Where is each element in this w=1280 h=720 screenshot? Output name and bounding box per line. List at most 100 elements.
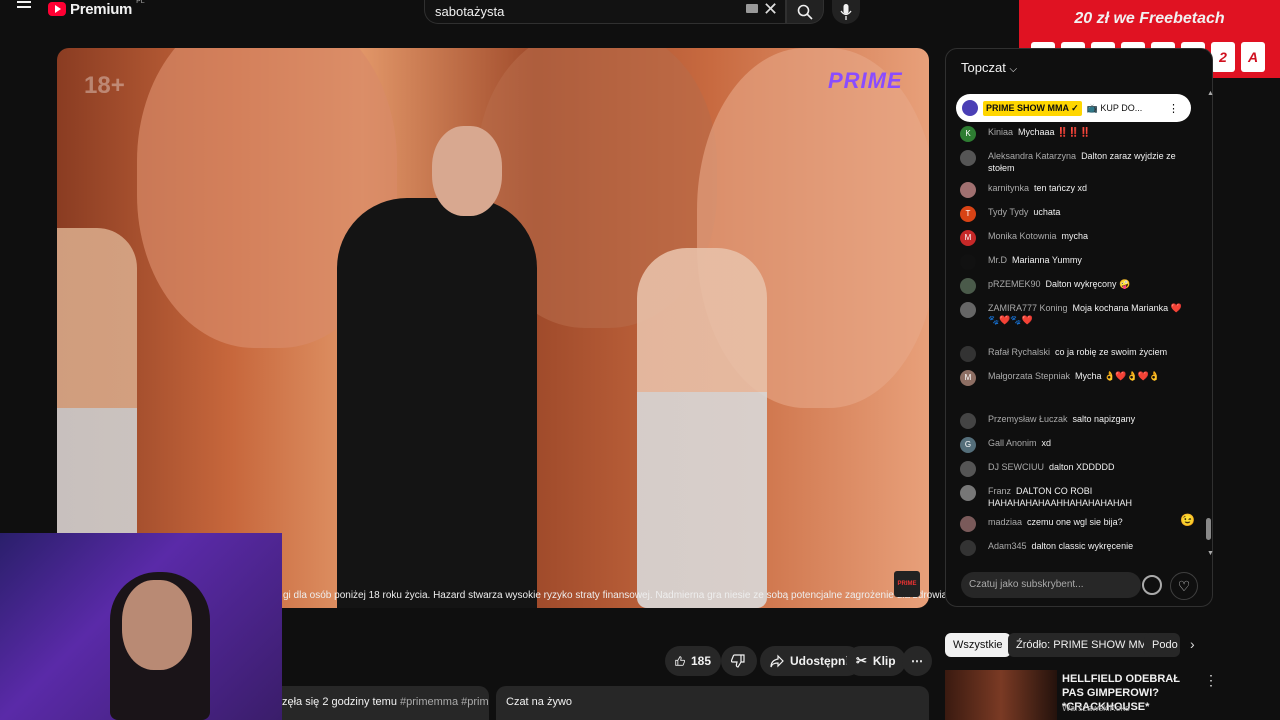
chat-message[interactable]: M Małgorzata Stepniak Mycha 👌❤️👌❤️👌	[960, 370, 1192, 386]
dislike-button[interactable]	[721, 646, 757, 676]
avatar	[960, 485, 976, 501]
avatar	[960, 254, 976, 270]
chat-message[interactable]: M Monika Kotownia mycha	[960, 230, 1192, 246]
video-player[interactable]	[57, 48, 929, 608]
chat-message[interactable]: Aleksandra Katarzyna Dalton zaraz wyjdzie…	[960, 150, 1192, 174]
chat-mode-dropdown[interactable]: Topczat ⌵	[961, 60, 1017, 75]
avatar: M	[960, 230, 976, 246]
chat-message[interactable]: karnitynka ten tańczy xd	[960, 182, 1192, 198]
chat-message[interactable]: madziaa czemu one wgl sie bija?	[960, 516, 1192, 532]
avatar	[960, 302, 976, 318]
chat-text: czemu one wgl sie bija?	[1027, 517, 1123, 527]
emoji-icon[interactable]	[1142, 575, 1162, 595]
chat-author: Mr.D	[988, 255, 1007, 265]
share-icon	[770, 654, 784, 668]
chat-author: Małgorzata Stepniak	[988, 371, 1071, 381]
scroll-up-icon[interactable]: ▲	[1207, 90, 1214, 97]
heart-icon[interactable]: ♡	[1170, 572, 1198, 600]
chat-input[interactable]: Czatuj jako subskrybent...	[961, 572, 1141, 598]
share-label: Udostępnij	[790, 654, 852, 668]
emoji-reaction: 😉	[1180, 513, 1195, 527]
chat-message[interactable]: Mr.D Marianna Yummy	[960, 254, 1192, 270]
chat-author: Gall Anonim	[988, 438, 1037, 448]
search-input[interactable]: sabotażysta	[424, 0, 786, 24]
pinned-author: PRIME SHOW MMA ✓	[983, 100, 1082, 116]
prime-watermark: PRIME	[828, 68, 903, 93]
chip-all[interactable]: Wszystkie	[945, 633, 1011, 657]
chat-message[interactable]: ZAMIRA777 Koning Moja kochana Marianka ❤️…	[960, 302, 1192, 326]
chat-text: co ja robię ze swoim życiem	[1055, 347, 1168, 357]
chat-author: ZAMIRA777 Koning	[988, 303, 1068, 313]
chat-message[interactable]: Adam345 dalton classic wykręcenie	[960, 540, 1192, 556]
more-icon[interactable]: ⋮	[1204, 672, 1218, 689]
logo-country: PL	[136, 0, 145, 5]
avatar	[960, 278, 976, 294]
chat-author: Tydy Tydy	[988, 207, 1029, 217]
hashtags[interactable]: #primemma #primesho	[400, 696, 489, 708]
chat-text: uchata	[1033, 207, 1061, 217]
chat-message[interactable]: pRZEMEK90 Dalton wykręcony 🤪	[960, 278, 1192, 294]
scroll-thumb[interactable]	[1206, 518, 1211, 540]
chip-similar[interactable]: Podo	[1144, 633, 1180, 657]
promo-code-letter: 2	[1211, 42, 1235, 72]
clip-icon: ✂	[856, 653, 867, 668]
avatar	[960, 516, 976, 532]
chat-message[interactable]: Przemysław Łuczak salto napizgany	[960, 413, 1192, 429]
chat-author: madziaa	[988, 517, 1023, 527]
dislike-icon	[731, 654, 745, 668]
avatar	[962, 100, 978, 116]
chat-text: xd	[1041, 438, 1052, 448]
chevron-right-icon[interactable]: ›	[1190, 636, 1195, 652]
avatar	[960, 413, 976, 429]
avatar: G	[960, 437, 976, 453]
live-chat-card[interactable]: Czat na żywo	[496, 686, 929, 720]
search-button[interactable]	[786, 0, 824, 24]
chat-text: ten tańczy xd	[1034, 183, 1088, 193]
recommendation-channel[interactable]: WarszawskiKoks	[1062, 703, 1130, 713]
avatar	[960, 182, 976, 198]
chat-message[interactable]: T Tydy Tydy uchata	[960, 206, 1192, 222]
chat-text: Marianna Yummy	[1012, 255, 1082, 265]
age-rating-badge: 18+	[84, 72, 125, 99]
chat-author: Przemysław Łuczak	[988, 414, 1068, 424]
chat-message[interactable]: Franz DALTON CO ROBI HAHAHAHAHAAHHAHAHAHA…	[960, 485, 1192, 509]
chat-text: Mycha 👌❤️👌❤️👌	[1075, 371, 1161, 381]
pinned-text: 📺 KUP DO...	[1086, 102, 1143, 113]
man-in-suit	[337, 198, 537, 608]
chat-text: Mychaaa ‼️‼️‼️	[1018, 127, 1091, 137]
chat-text: dalton classic wykręcenie	[1031, 541, 1134, 551]
ring-girl	[637, 248, 767, 608]
keyboard-icon[interactable]	[746, 4, 758, 13]
description-box[interactable]: zęła się 2 godziny temu #primemma #prime…	[282, 686, 489, 720]
voice-search-button[interactable]	[832, 0, 860, 24]
recommendation-thumbnail[interactable]	[945, 670, 1057, 720]
chat-author: Aleksandra Katarzyna	[988, 151, 1077, 161]
chat-message[interactable]: DJ SEWCIUU dalton XDDDDD	[960, 461, 1192, 477]
chat-author: Franz	[988, 486, 1012, 496]
scroll-down-icon[interactable]: ▼	[1207, 550, 1214, 557]
clip-button[interactable]: ✂ Klip	[846, 646, 906, 676]
mic-icon	[840, 4, 852, 20]
chat-author: karnitynka	[988, 183, 1030, 193]
chat-message[interactable]: Rafał Rychalski co ja robię ze swoim życi…	[960, 346, 1192, 362]
like-count: 185	[690, 654, 711, 668]
chat-message[interactable]: G Gall Anonim xd	[960, 437, 1192, 453]
more-actions-button[interactable]: ⋯	[902, 646, 932, 676]
chat-message[interactable]: K Kiniaa Mychaaa ‼️‼️‼️	[960, 126, 1192, 142]
chat-text: salto napizgany	[1072, 414, 1136, 424]
chip-source[interactable]: Źródło: PRIME SHOW MMA	[1008, 633, 1163, 657]
pinned-message[interactable]: PRIME SHOW MMA ✓ 📺 KUP DO... ⋮	[956, 94, 1191, 122]
more-icon: ⋯	[911, 654, 923, 668]
man-face	[432, 126, 502, 216]
chat-scrollbar[interactable]: ▲ ▼	[1204, 90, 1214, 560]
menu-icon[interactable]	[14, 0, 36, 16]
clear-icon[interactable]: ✕	[763, 0, 778, 18]
chat-text: Dalton wykręcony 🤪	[1045, 279, 1131, 289]
promo-code-letter: A	[1241, 42, 1265, 72]
like-icon	[675, 656, 685, 666]
streamer-face	[122, 580, 192, 670]
chat-author: Adam345	[988, 541, 1027, 551]
youtube-premium-logo[interactable]: Premium PL	[48, 0, 145, 18]
like-button[interactable]: 185	[665, 646, 721, 676]
more-icon[interactable]: ⋮	[1168, 102, 1179, 115]
